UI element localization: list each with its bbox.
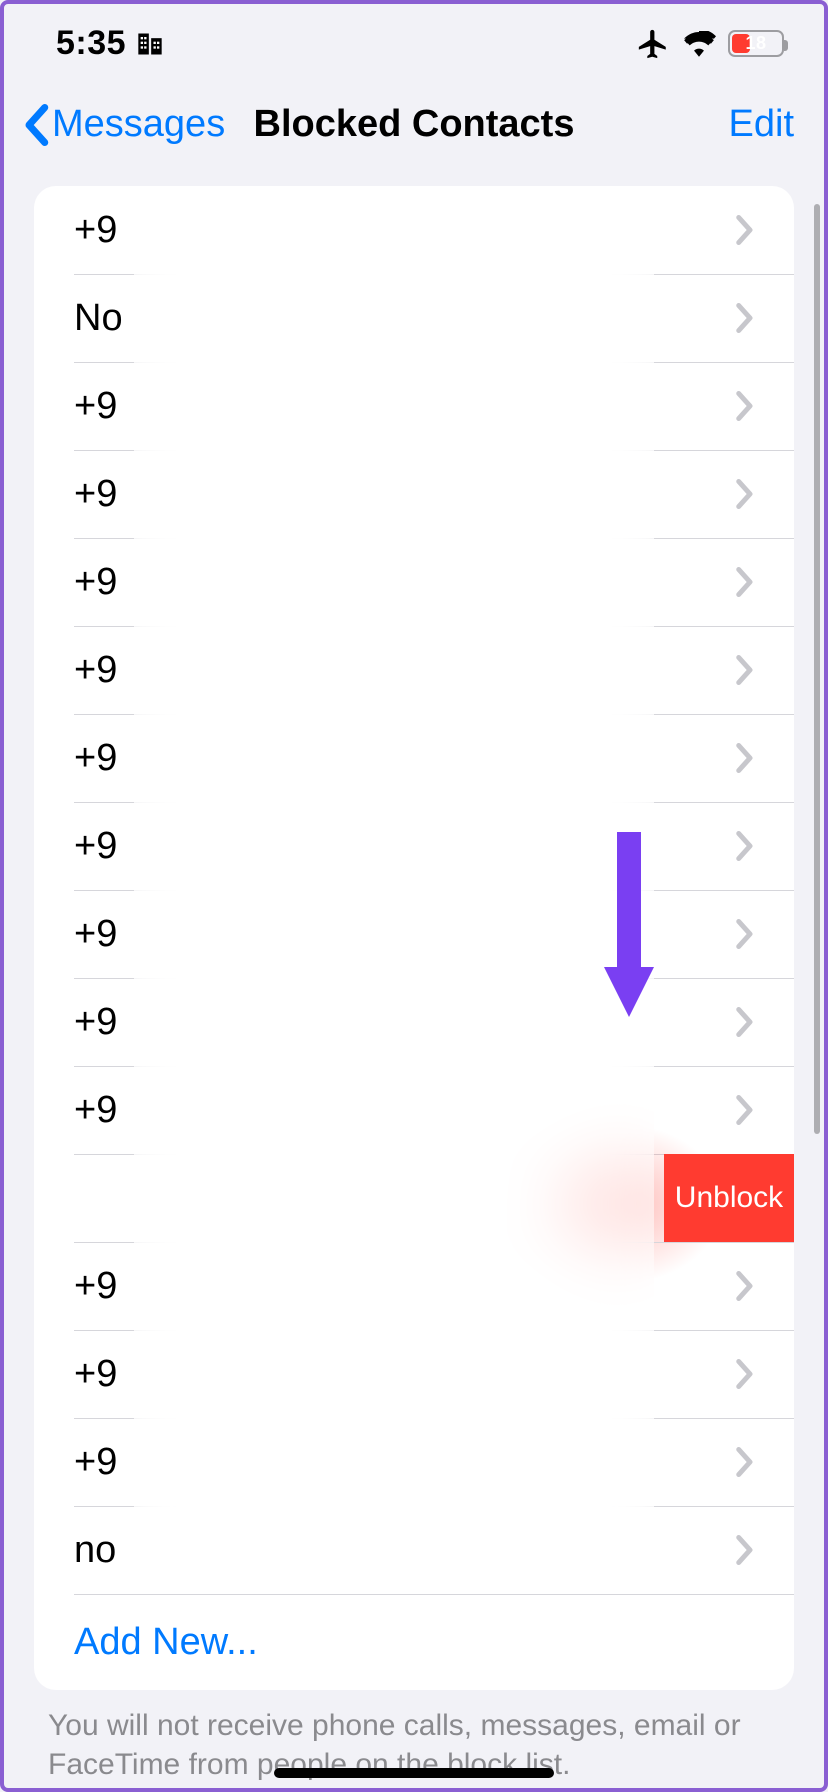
chevron-right-icon [736,479,754,509]
battery-indicator: 18 [728,30,784,57]
contact-label: +9 [74,209,736,252]
chevron-right-icon [736,1095,754,1125]
edit-button[interactable]: Edit [729,103,794,146]
blocked-contacts-list: +9 No +9 +9 +9 +9 +9 +9 +9 +9 +9 -688 Unblock +9 +9 +9 n… [34,186,794,1690]
contact-label: +9 [74,561,736,604]
status-right: 18 [636,27,784,61]
chevron-right-icon [736,655,754,685]
contact-label: +9 [74,1089,736,1132]
chevron-right-icon [736,391,754,421]
blocked-contact-row[interactable]: +9 [34,538,794,626]
chevron-right-icon [736,303,754,333]
chevron-right-icon [736,743,754,773]
contact-label: +9 [74,649,736,692]
contact-label: +9 [74,1441,736,1484]
blocked-contact-row[interactable]: +9 [34,1330,794,1418]
blocked-contact-row[interactable]: +9 [34,626,794,714]
contact-label: +9 [74,913,736,956]
blocked-contact-row[interactable]: -688 Unblock [34,1154,794,1242]
blocked-contact-row[interactable]: +9 [34,1418,794,1506]
blocked-contact-row[interactable]: +9 [34,714,794,802]
chevron-right-icon [736,1359,754,1389]
contact-label: +9 [74,1001,736,1044]
status-left: 5:35 [56,24,164,63]
chevron-right-icon [736,831,754,861]
blocked-contact-row[interactable]: +9 [34,890,794,978]
blocked-contact-row[interactable]: no [34,1506,794,1594]
blocked-contact-row[interactable]: +9 [34,362,794,450]
airplane-mode-icon [636,27,670,61]
contact-label: +9 [74,473,736,516]
chevron-right-icon [736,215,754,245]
scroll-indicator [814,204,820,1704]
blocked-contact-row[interactable]: +9 [34,450,794,538]
home-indicator[interactable] [274,1768,554,1778]
blocked-contact-row[interactable]: +9 [34,978,794,1066]
back-label: Messages [52,103,225,146]
contact-label: no [74,1529,736,1572]
chevron-right-icon [736,1535,754,1565]
nav-bar: Messages Blocked Contacts Edit [4,75,824,186]
unblock-button[interactable]: Unblock [664,1154,794,1242]
chevron-right-icon [736,1007,754,1037]
status-bar: 5:35 18 [4,4,824,75]
chevron-right-icon [736,1447,754,1477]
chevron-right-icon [736,1271,754,1301]
battery-percentage: 18 [730,32,782,55]
add-new-button[interactable]: Add New... [34,1594,794,1690]
blocked-contact-row[interactable]: +9 [34,802,794,890]
status-time: 5:35 [56,24,126,63]
chevron-right-icon [736,567,754,597]
contact-label: -688 [34,1177,606,1220]
contact-label: +9 [74,737,736,780]
chevron-right-icon [736,919,754,949]
blocked-contact-row[interactable]: +9 [34,1242,794,1330]
blocked-contact-row[interactable]: +9 [34,186,794,274]
contact-label: +9 [74,1265,736,1308]
blocked-contact-row[interactable]: +9 [34,1066,794,1154]
chevron-left-icon [22,104,50,146]
blocked-contact-row[interactable]: No [34,274,794,362]
wifi-icon [682,31,716,57]
contact-label: +9 [74,385,736,428]
back-button[interactable]: Messages [22,103,225,146]
contact-label: +9 [74,825,736,868]
contact-label: +9 [74,1353,736,1396]
contact-label: No [74,297,736,340]
dual-sim-icon [136,30,164,58]
